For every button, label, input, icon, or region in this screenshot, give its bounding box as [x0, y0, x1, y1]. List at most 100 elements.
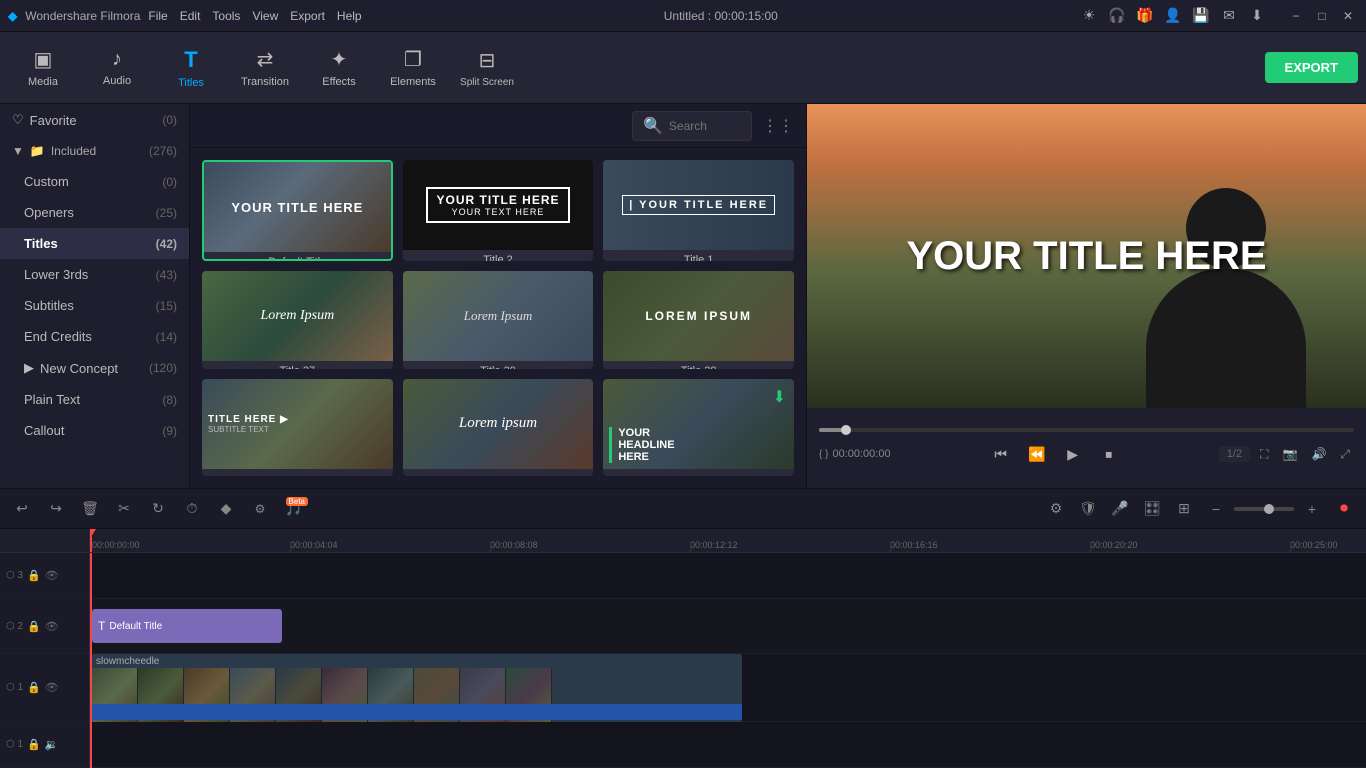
play-button[interactable]: ▶	[1059, 440, 1087, 468]
video-clip-label: slowmcheedle	[96, 656, 159, 667]
menu-tools[interactable]: Tools	[212, 9, 240, 23]
sidebar-item-subtitles[interactable]: Subtitles (15)	[0, 290, 189, 321]
search-icon: 🔍	[643, 116, 663, 136]
title-clip[interactable]: T Default Title	[92, 609, 282, 643]
user-icon[interactable]: 👤	[1164, 7, 1182, 25]
undo-button[interactable]: ↩	[8, 495, 36, 523]
speaker-icon-e[interactable]: 🔉	[45, 738, 59, 751]
sidebar-item-plaintext[interactable]: Plain Text (8)	[0, 384, 189, 415]
title-card-29[interactable]: Lorem Ipsum Title 29	[403, 271, 594, 368]
title-card-8[interactable]: Lorem ipsum	[403, 379, 594, 476]
sidebar-item-custom[interactable]: Custom (0)	[0, 166, 189, 197]
card-7-subtext: SUBTITLE TEXT	[208, 425, 387, 434]
skip-back-button[interactable]: ⏮	[987, 440, 1015, 468]
cut-button[interactable]: ✂	[110, 495, 138, 523]
step-back-button[interactable]: ⏪	[1023, 440, 1051, 468]
title-card-2[interactable]: YOUR TITLE HEREYOUR TEXT HERE Title 2	[403, 160, 594, 261]
zoom-slider[interactable]	[1234, 507, 1294, 511]
sidebar-item-lower3rds[interactable]: Lower 3rds (43)	[0, 259, 189, 290]
history-button[interactable]: ⏱	[178, 495, 206, 523]
menu-export[interactable]: Export	[290, 9, 325, 23]
tl-plus-btn[interactable]: +	[1298, 495, 1326, 523]
title-card-9[interactable]: ⬇ YOUR HEADLINE HERE	[603, 379, 794, 476]
eye-icon-3[interactable]: 👁	[45, 569, 59, 582]
lower3rds-count: (43)	[156, 268, 177, 282]
sidebar-item-newconcept[interactable]: ▶ New Concept (120)	[0, 352, 189, 384]
audio-mix-icon[interactable]: 🎛	[1138, 495, 1166, 523]
tool-audio[interactable]: ♪ Audio	[82, 38, 152, 98]
track-labels: ⬡ 3 🔒 👁 ⬡ 2 🔒 👁 ⬡ 1 🔒 👁 ⬡ 1 🔒 🔉	[0, 529, 90, 768]
adjust-button[interactable]: ⚙	[246, 495, 274, 523]
elements-icon: ❐	[404, 47, 422, 72]
title-card-1[interactable]: | YOUR TITLE HERE Title 1	[603, 160, 794, 261]
titles-count: (42)	[156, 237, 177, 251]
window-controls: − □ ✕	[1286, 6, 1358, 26]
headphone-icon[interactable]: 🎧	[1108, 7, 1126, 25]
eye-icon-2[interactable]: 👁	[45, 620, 59, 633]
maximize-button[interactable]: □	[1312, 6, 1332, 26]
menu-help[interactable]: Help	[337, 9, 362, 23]
loop-button[interactable]: ↻	[144, 495, 172, 523]
tl-minus-btn[interactable]: −	[1202, 495, 1230, 523]
render-icon[interactable]: ⚙	[1042, 495, 1070, 523]
tool-splitscreen[interactable]: ⊟ Split Screen	[452, 38, 522, 98]
menu-view[interactable]: View	[252, 9, 278, 23]
monitor-icon[interactable]: ⛶	[1256, 445, 1272, 464]
progress-bar[interactable]	[819, 428, 1354, 432]
search-input[interactable]	[669, 119, 749, 133]
voice-icon[interactable]: 🎤	[1106, 495, 1134, 523]
tool-transition[interactable]: ⇄ Transition	[230, 38, 300, 98]
title-card-27[interactable]: Lorem Ipsum Title 27	[202, 271, 393, 368]
tool-media[interactable]: ▣ Media	[8, 38, 78, 98]
grid-view-icon[interactable]: ⋮⋮	[762, 116, 794, 136]
sidebar-item-openers[interactable]: Openers (25)	[0, 197, 189, 228]
lock-icon-e[interactable]: 🔒	[27, 738, 41, 751]
search-box[interactable]: 🔍	[632, 111, 752, 141]
expand-track-icon[interactable]: ⊞	[1170, 495, 1198, 523]
beta-button[interactable]: 🎵 Beta	[280, 495, 308, 523]
menu-edit[interactable]: Edit	[180, 9, 201, 23]
app-name: Wondershare Filmora	[25, 9, 140, 23]
sidebar-item-favorite[interactable]: ♡ Favorite (0)	[0, 104, 189, 136]
eye-icon-1[interactable]: 👁	[45, 681, 59, 694]
volume-icon[interactable]: 🔊	[1307, 445, 1330, 463]
mark-button[interactable]: ◆	[212, 495, 240, 523]
sidebar-item-callout[interactable]: Callout (9)	[0, 415, 189, 446]
lock-icon-2[interactable]: 🔒	[27, 620, 41, 633]
tl-record-btn[interactable]: ⏺	[1330, 495, 1358, 523]
splitscreen-label: Split Screen	[460, 77, 514, 88]
close-button[interactable]: ✕	[1338, 6, 1358, 26]
tool-effects[interactable]: ✦ Effects	[304, 38, 374, 98]
title-card-default[interactable]: YOUR TITLE HERE Default Title	[202, 160, 393, 261]
mail-icon[interactable]: ✉	[1220, 7, 1238, 25]
sun-icon[interactable]: ☀	[1080, 7, 1098, 25]
media-icon: ▣	[34, 47, 53, 72]
title-card-28[interactable]: LOREM IPSUM Title 28	[603, 271, 794, 368]
tool-titles[interactable]: T Titles	[156, 38, 226, 98]
gift-icon[interactable]: 🎁	[1136, 7, 1154, 25]
heart-icon: ♡	[12, 112, 24, 128]
snapshot-icon[interactable]: 📷	[1278, 445, 1301, 463]
expand-icon[interactable]: ⤢	[1336, 445, 1354, 464]
stop-button[interactable]: ⏹	[1095, 440, 1123, 468]
content-panel: 🔍 ⋮⋮ YOUR TITLE HERE Default Title YOUR	[190, 104, 806, 488]
zoom-handle	[1264, 504, 1274, 514]
lock-icon-3[interactable]: 🔒	[27, 569, 41, 582]
sidebar-item-titles[interactable]: Titles (42)	[0, 228, 189, 259]
redo-button[interactable]: ↪	[42, 495, 70, 523]
minimize-button[interactable]: −	[1286, 6, 1306, 26]
lock-icon-1[interactable]: 🔒	[27, 681, 41, 694]
tool-elements[interactable]: ❐ Elements	[378, 38, 448, 98]
shield-icon[interactable]: 🛡	[1074, 495, 1102, 523]
title-card-7[interactable]: TITLE HERE ▶ SUBTITLE TEXT	[202, 379, 393, 476]
card-27-label: Title 27	[202, 361, 393, 368]
export-button[interactable]: EXPORT	[1265, 52, 1358, 83]
track-extra-label: ⬡ 1 🔒 🔉	[0, 722, 89, 768]
download-icon[interactable]: ⬇	[1248, 7, 1266, 25]
track-1-id: ⬡ 1	[6, 682, 23, 693]
delete-button[interactable]: 🗑	[76, 495, 104, 523]
menu-file[interactable]: File	[148, 9, 167, 23]
sidebar-item-endcredits[interactable]: End Credits (14)	[0, 321, 189, 352]
save-icon[interactable]: 💾	[1192, 7, 1210, 25]
sidebar-item-included[interactable]: ▼ 📁 Included (276)	[0, 136, 189, 166]
